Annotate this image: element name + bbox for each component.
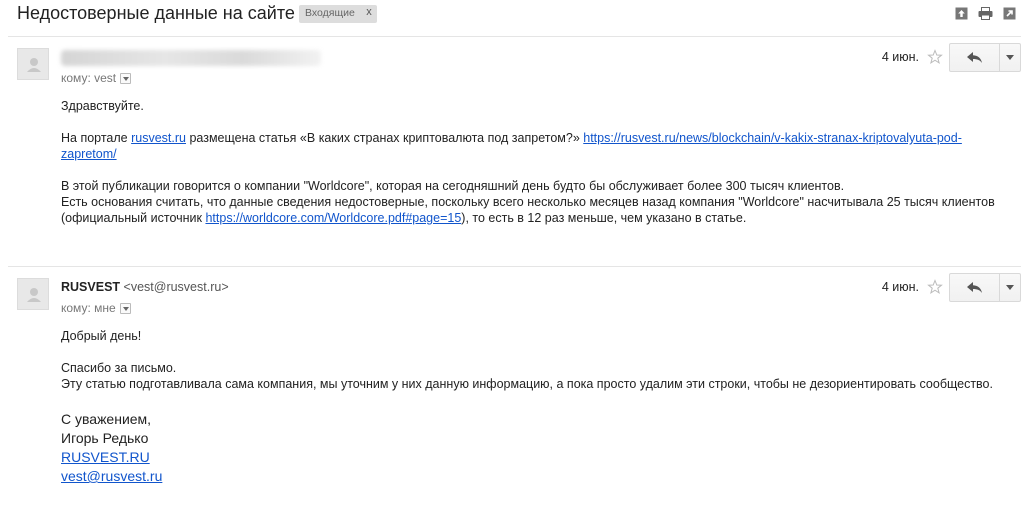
sender: RUSVEST <vest@rusvest.ru> (61, 280, 229, 294)
recipient-details[interactable]: кому: vest (61, 71, 132, 85)
link-worldcore-pdf[interactable]: https://worldcore.com/Worldcore.pdf#page… (205, 211, 461, 225)
thread-header: Недостоверные данные на сайте Входящие x (0, 0, 1029, 32)
print-icon[interactable] (978, 6, 993, 21)
details-dropdown-icon[interactable] (119, 303, 131, 314)
reply-button[interactable] (950, 274, 1000, 301)
more-actions-button[interactable] (1000, 44, 1020, 71)
line-2: Эту статью подготавливала сама компания,… (61, 377, 993, 391)
signature-line-1: С уважением, (61, 411, 152, 427)
sender-name: RUSVEST (61, 280, 121, 294)
person-icon (27, 288, 41, 302)
signature-link-email[interactable]: vest@rusvest.ru (61, 468, 162, 484)
new-window-icon[interactable] (1002, 6, 1017, 21)
message-date: 4 июн. (881, 280, 919, 294)
paragraph-2-line-1: В этой публикации говорится о компании "… (61, 179, 845, 193)
thread-actions (954, 6, 1017, 21)
text: ), то есть в 12 раз меньше, чем указано … (461, 211, 747, 225)
avatar (17, 278, 49, 310)
recipient-text: кому: vest (61, 71, 117, 85)
text: размещена статья «В каких странах крипто… (186, 131, 584, 145)
sender-email: <vest@rusvest.ru> (123, 280, 229, 294)
text: На портале (61, 131, 132, 145)
more-actions-button[interactable] (1000, 274, 1020, 301)
chevron-down-icon (1006, 285, 1014, 290)
details-dropdown-icon[interactable] (120, 73, 132, 84)
message-body: Здравствуйте. На портале rusvest.ru разм… (61, 98, 1001, 226)
signature-line-2: Игорь Редько (61, 430, 149, 446)
reply-button-group (949, 43, 1021, 72)
label-chip-inbox[interactable]: Входящие x (299, 5, 377, 23)
paragraph-2-line-2: Есть основания считать, что данные сведе… (61, 194, 1001, 226)
star-icon[interactable] (927, 279, 943, 295)
paragraph-1: На портале rusvest.ru размещена статья «… (61, 130, 1001, 162)
recipient-text: кому: мне (61, 301, 116, 315)
reply-button-group (949, 273, 1021, 302)
signature-link-site[interactable]: RUSVEST.RU (61, 449, 150, 465)
star-icon[interactable] (927, 49, 943, 65)
label-chip-text: Входящие (305, 7, 355, 19)
chevron-down-icon (1006, 55, 1014, 60)
line-1: Спасибо за письмо. (61, 361, 177, 375)
person-icon (27, 58, 41, 72)
reply-icon (966, 51, 982, 63)
message-1: кому: vest 4 июн. Здравствуйте. На порта… (0, 37, 1029, 265)
message-body: Добрый день! Спасибо за письмо. Эту стат… (61, 328, 1001, 486)
thread-subject: Недостоверные данные на сайте (17, 3, 295, 23)
message-2: RUSVEST <vest@rusvest.ru> кому: мне 4 ию… (0, 267, 1029, 511)
label-remove-icon[interactable]: x (366, 6, 372, 18)
greeting: Здравствуйте. (61, 99, 144, 113)
reply-button[interactable] (950, 44, 1000, 71)
recipient-details[interactable]: кому: мне (61, 301, 131, 315)
message-date: 4 июн. (881, 50, 919, 64)
greeting: Добрый день! (61, 329, 142, 343)
link-rusvest[interactable]: rusvest.ru (131, 131, 186, 145)
sender-redacted (61, 50, 321, 66)
reply-icon (966, 281, 982, 293)
avatar (17, 48, 49, 80)
archive-icon[interactable] (954, 6, 969, 21)
signature: С уважением, Игорь Редько RUSVEST.RU ves… (61, 410, 1001, 486)
